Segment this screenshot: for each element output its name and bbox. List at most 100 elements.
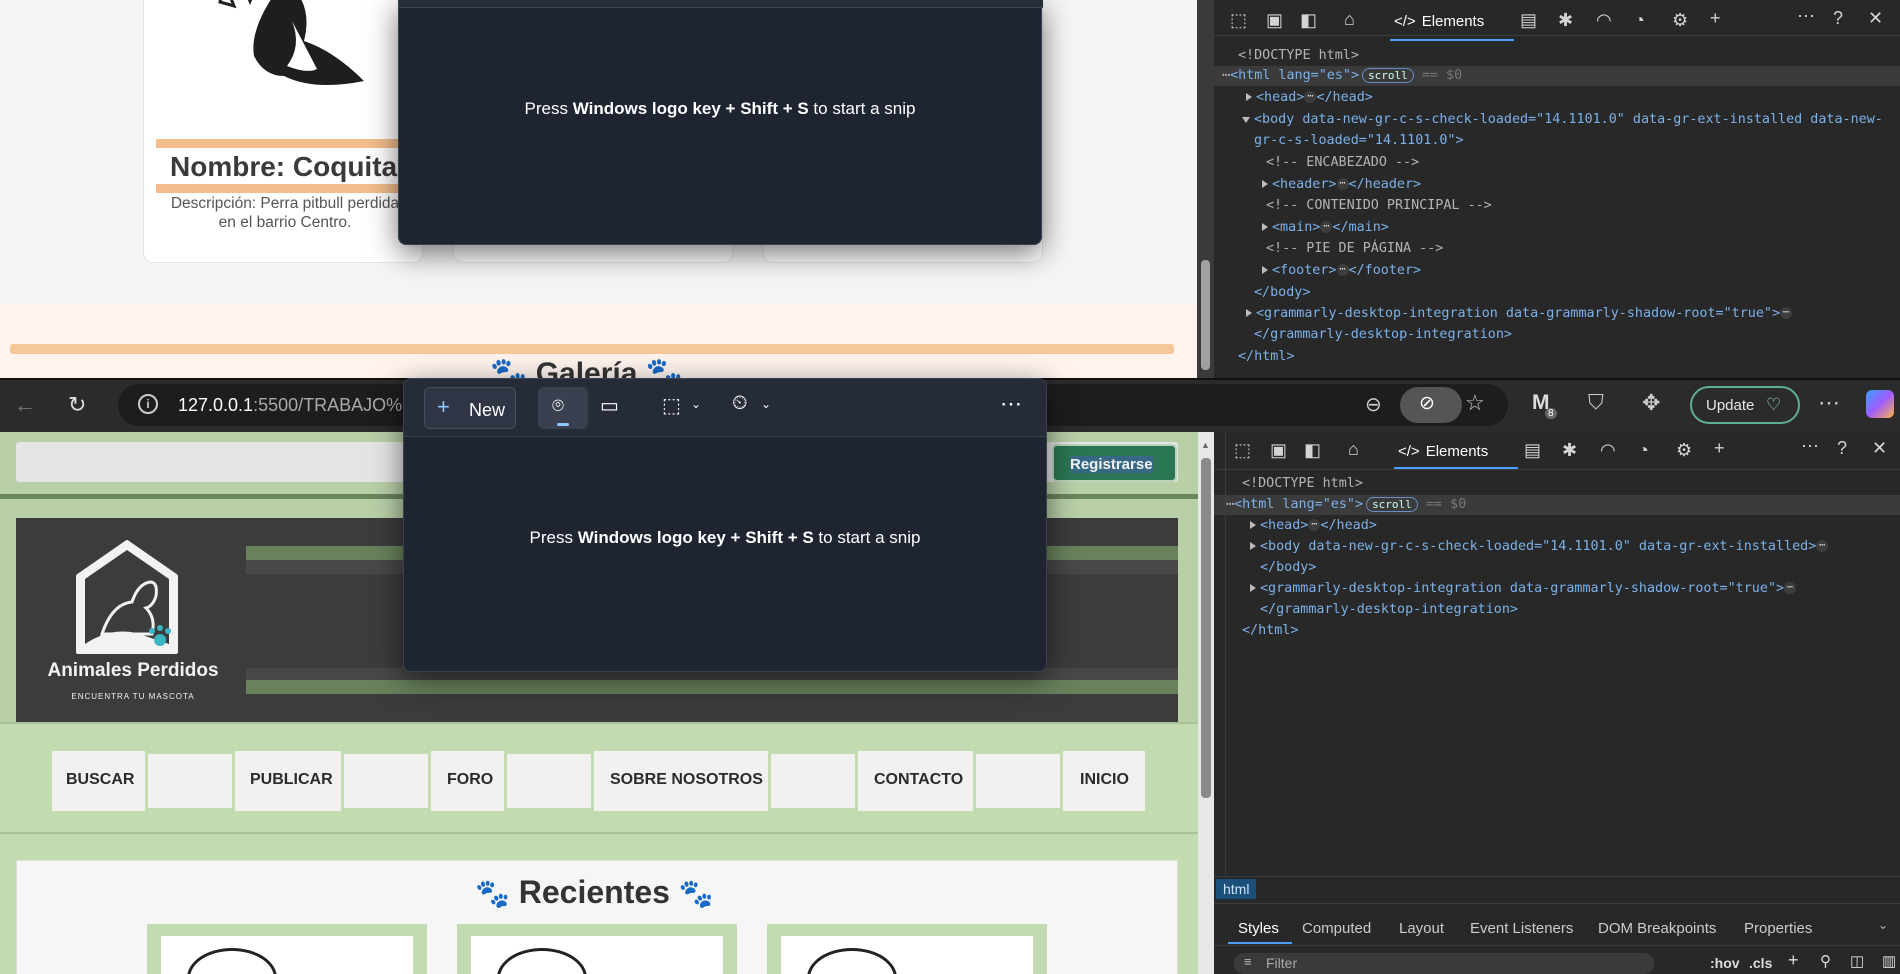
dom-html-close[interactable]: </html> (1238, 349, 1294, 364)
zoom-out-icon[interactable]: ⊖ (1365, 392, 1382, 417)
console-icon[interactable]: ▤ (1520, 10, 1537, 31)
reload-icon[interactable]: ↻ (68, 392, 86, 418)
cls-toggle[interactable]: .cls (1749, 955, 1772, 971)
timer-off-icon[interactable]: ⏲ (732, 392, 748, 415)
dom-head[interactable]: <head> ⋯ </head> (1246, 90, 1373, 105)
dom-html[interactable]: ⋯<html lang="es"> scroll == $0 (1222, 68, 1462, 83)
expand-triangle-icon[interactable] (1246, 309, 1252, 317)
bottom-page-scrollbar[interactable]: ▲ (1198, 432, 1214, 974)
dom-comment-header[interactable]: <!-- ENCABEZADO --> (1266, 155, 1419, 170)
dom-doctype[interactable]: <!DOCTYPE html> (1242, 476, 1363, 491)
console-icon[interactable]: ▤ (1524, 440, 1541, 461)
video-camera-icon[interactable]: ▭ (600, 393, 619, 418)
dom-html[interactable]: ⋯<html lang="es"> scroll == $0 (1226, 497, 1466, 512)
performance-icon[interactable]: ◔ (1634, 10, 1645, 31)
expand-triangle-icon[interactable] (1262, 180, 1268, 188)
computed-sidebar-icon[interactable]: ◫ (1850, 952, 1864, 970)
bug-icon[interactable]: ✱ (1562, 440, 1577, 461)
recent-card-1[interactable] (147, 924, 427, 974)
ellipsis-icon[interactable]: ⋯ (1336, 178, 1349, 190)
scrollbar-thumb[interactable] (1201, 458, 1211, 798)
tab-computed[interactable]: Computed (1302, 920, 1371, 937)
extensions-puzzle-icon[interactable]: ✥ (1642, 390, 1660, 416)
ellipsis-icon[interactable]: ⋯ (1780, 307, 1793, 319)
dom-comment-footer[interactable]: <!-- PIE DE PÁGINA --> (1266, 241, 1443, 256)
more-options-icon[interactable]: ⋯ (1000, 391, 1022, 417)
recent-card-2[interactable] (457, 924, 737, 974)
more-options-icon[interactable]: ⋯ (1797, 6, 1815, 27)
nav-item-foro[interactable]: FORO (447, 771, 493, 789)
chevron-down-icon[interactable]: ⌄ (691, 397, 701, 411)
network-icon[interactable]: ◠ (1600, 440, 1616, 461)
dom-footer[interactable]: <footer> ⋯ </footer> (1262, 263, 1421, 278)
dom-grammarly[interactable]: <grammarly-desktop-integration data-gram… (1250, 581, 1797, 596)
settings-gear-icon[interactable]: ⚙ (1676, 440, 1692, 461)
site-info-icon[interactable]: i (138, 394, 158, 414)
bug-icon[interactable]: ✱ (1558, 10, 1573, 31)
help-icon[interactable]: ? (1833, 8, 1843, 29)
tab-elements[interactable]: </> Elements (1394, 13, 1484, 30)
network-icon[interactable]: ◠ (1596, 10, 1612, 31)
performance-icon[interactable]: ◔ (1638, 440, 1649, 461)
nav-item-contacto[interactable]: CONTACTO (874, 771, 963, 789)
ellipsis-icon[interactable]: ⋯ (1816, 540, 1829, 552)
tab-dom-breakpoints[interactable]: DOM Breakpoints (1598, 920, 1716, 937)
help-icon[interactable]: ? (1837, 438, 1847, 459)
shield-extension-icon[interactable]: ⛉ (1588, 391, 1604, 415)
dom-body[interactable]: <body data-new-gr-c-s-check-loaded="14.1… (1242, 112, 1883, 127)
back-arrow-icon[interactable]: ← (14, 392, 36, 418)
expand-triangle-icon[interactable] (1250, 542, 1256, 550)
dom-body-close[interactable]: </body> (1254, 285, 1310, 300)
collapse-triangle-icon[interactable] (1242, 117, 1250, 123)
add-tab-icon[interactable]: + (1710, 8, 1721, 29)
snip-screenshot-mode[interactable]: ⌾ (538, 387, 588, 429)
expand-triangle-icon[interactable] (1246, 93, 1252, 101)
ellipsis-icon[interactable]: ⋯ (1308, 519, 1321, 531)
dom-main[interactable]: <main> ⋯ </main> (1262, 220, 1389, 235)
snip-shape-icon[interactable]: ⬚ (662, 393, 681, 418)
home-icon[interactable]: ⌂ (1348, 439, 1359, 460)
nav-item-buscar[interactable]: BUSCAR (66, 771, 134, 789)
settings-gear-icon[interactable]: ⚙ (1672, 10, 1688, 31)
more-options-icon[interactable]: ⋯ (1801, 436, 1819, 457)
expand-triangle-icon[interactable] (1262, 223, 1268, 231)
close-icon[interactable]: ✕ (1872, 438, 1887, 459)
pet-card[interactable]: Nombre: Coquita Descripción: Perra pitbu… (143, 0, 423, 263)
element-state-icon[interactable]: ⚲ (1820, 952, 1831, 970)
nav-item-publicar[interactable]: PUBLICAR (250, 771, 333, 789)
scroll-up-arrow-icon[interactable]: ▲ (1201, 440, 1210, 450)
dom-html-close[interactable]: </html> (1242, 623, 1298, 638)
inspect-icon[interactable]: ⬚ (1234, 440, 1251, 461)
more-menu-icon[interactable]: ⋯ (1818, 390, 1840, 416)
inspect-icon[interactable]: ⬚ (1230, 10, 1247, 31)
breadcrumb-html[interactable]: html (1216, 879, 1257, 899)
close-icon[interactable]: ✕ (1868, 8, 1883, 29)
dom-doctype[interactable]: <!DOCTYPE html> (1238, 48, 1359, 63)
ellipsis-icon[interactable]: ⋯ (1336, 264, 1349, 276)
dom-comment-main[interactable]: <!-- CONTENIDO PRINCIPAL --> (1266, 198, 1492, 213)
device-toggle-icon[interactable]: ▣ (1270, 440, 1287, 461)
ellipsis-icon[interactable]: ⋯ (1304, 91, 1317, 103)
expand-triangle-icon[interactable] (1250, 584, 1256, 592)
nav-item-inicio[interactable]: INICIO (1080, 771, 1129, 789)
scrollbar-thumb[interactable] (1201, 260, 1210, 370)
tab-properties[interactable]: Properties (1744, 920, 1812, 937)
dock-side-icon[interactable]: ◧ (1300, 10, 1317, 31)
new-rule-plus-icon[interactable]: + (1788, 950, 1799, 971)
nav-item-sobre-nosotros[interactable]: SOBRE NOSOTROS (610, 771, 763, 789)
chevron-down-icon[interactable]: ⌄ (761, 397, 771, 411)
dom-body[interactable]: <body data-new-gr-c-s-check-loaded="14.1… (1250, 539, 1829, 554)
tab-event-listeners[interactable]: Event Listeners (1470, 920, 1573, 937)
ellipsis-icon[interactable]: ⋯ (1320, 221, 1333, 233)
dock-side-icon[interactable]: ◧ (1304, 440, 1321, 461)
recent-card-3[interactable] (767, 924, 1047, 974)
expand-triangle-icon[interactable] (1262, 266, 1268, 274)
chevron-down-icon[interactable]: ⌄ (1878, 918, 1888, 932)
dom-grammarly[interactable]: <grammarly-desktop-integration data-gram… (1246, 306, 1793, 321)
add-tab-icon[interactable]: + (1714, 438, 1725, 459)
home-icon[interactable]: ⌂ (1344, 9, 1355, 30)
device-toggle-icon[interactable]: ▣ (1266, 10, 1283, 31)
dom-head[interactable]: <head> ⋯ </head> (1250, 518, 1377, 533)
tab-styles[interactable]: Styles (1238, 920, 1279, 937)
update-button[interactable]: Update ♡ (1690, 386, 1800, 424)
